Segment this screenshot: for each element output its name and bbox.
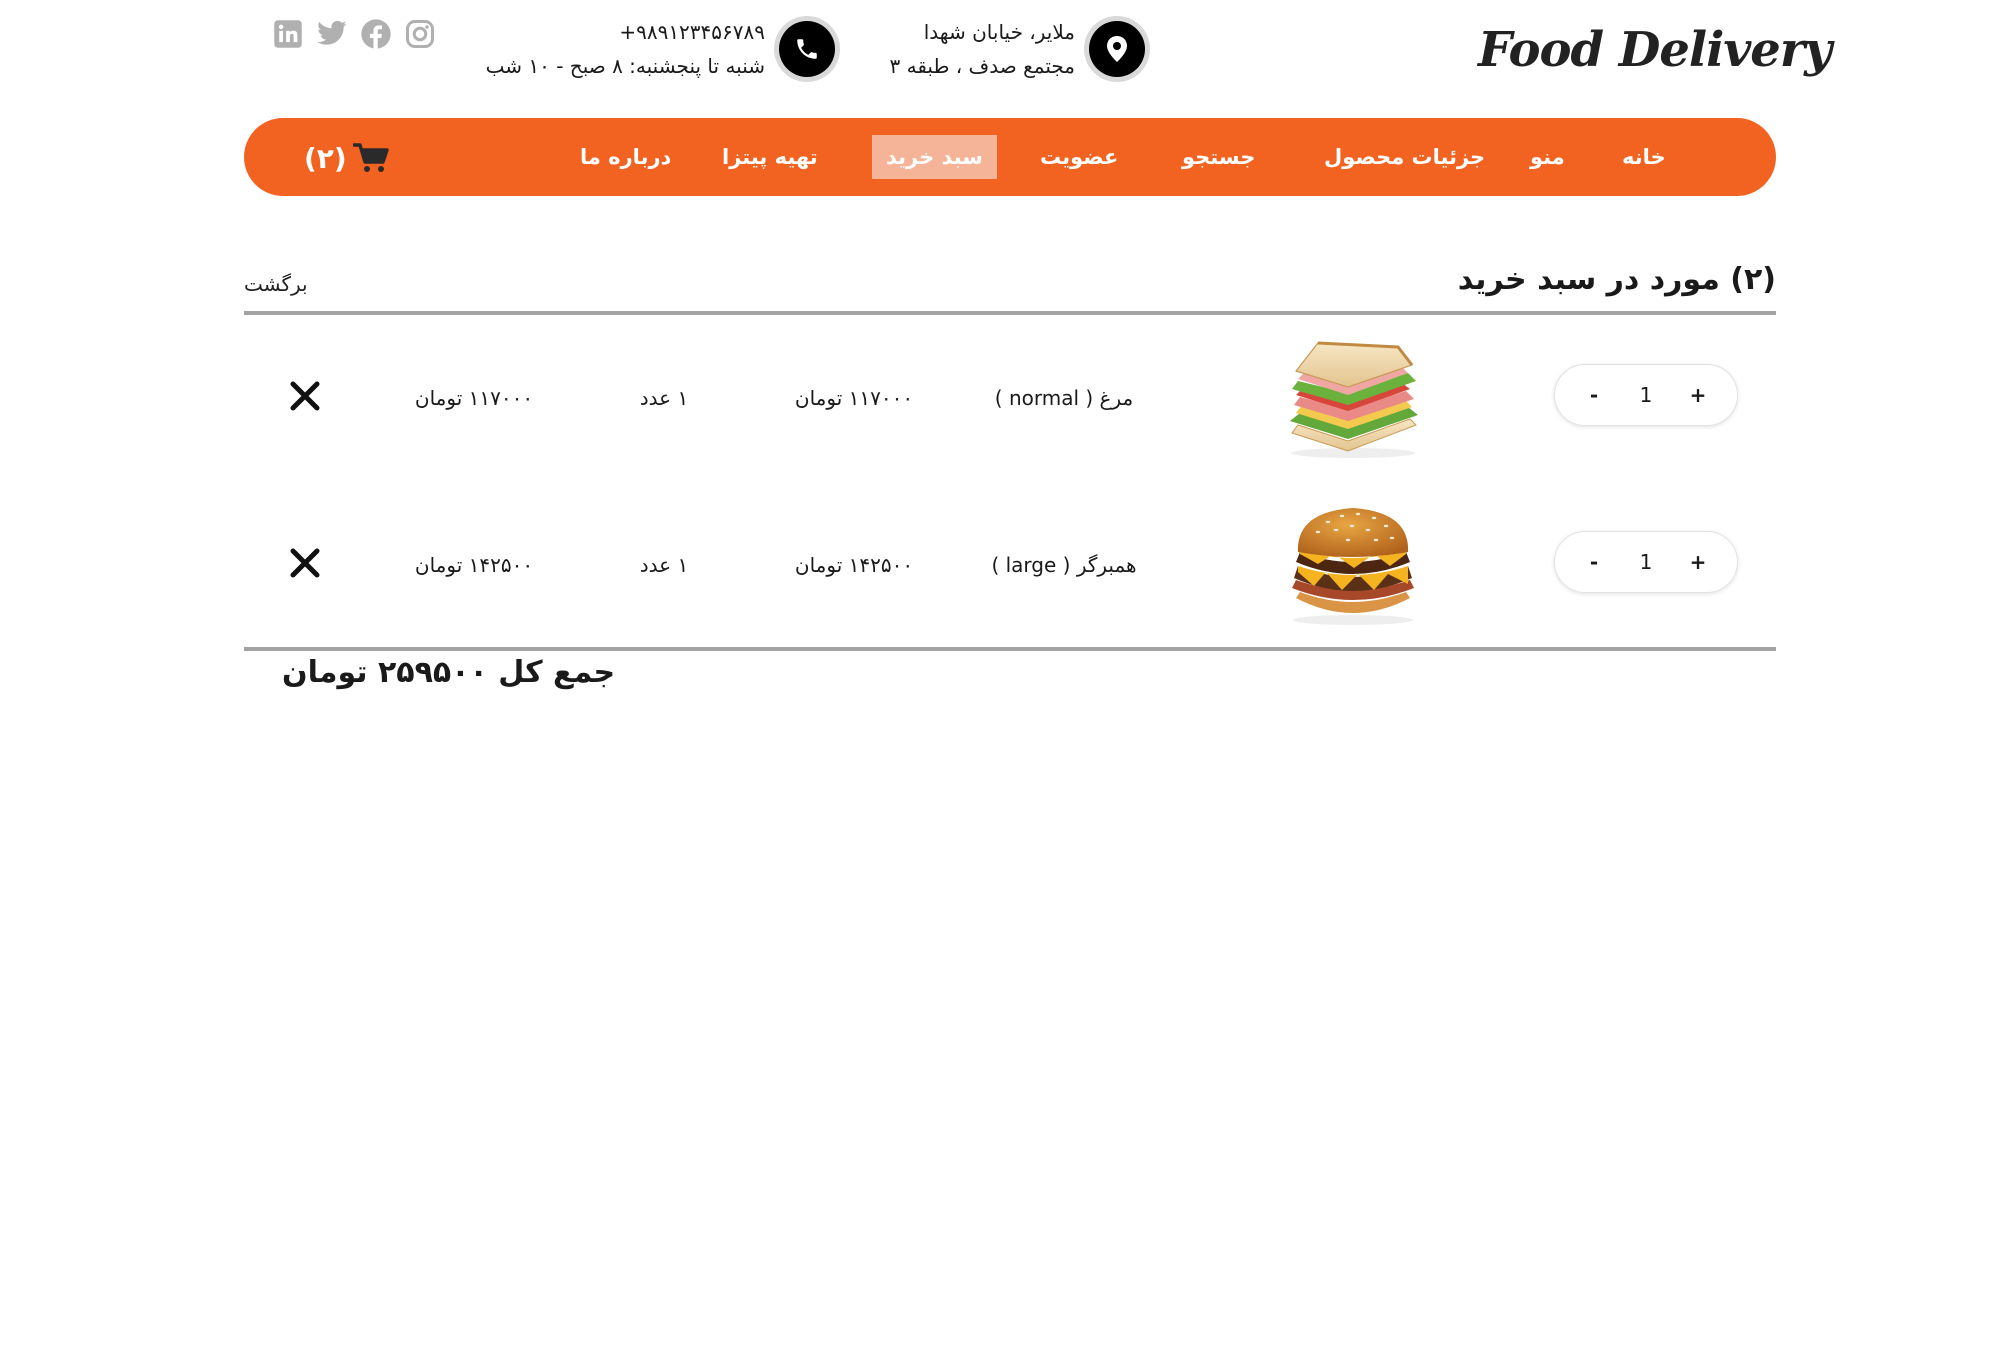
- brand-logo[interactable]: Food Delivery: [1470, 14, 1832, 86]
- address-line-1: ملایر، خیابان شهدا: [923, 20, 1075, 44]
- twitter-icon[interactable]: [316, 18, 348, 50]
- phone-icon: [779, 21, 835, 77]
- burger-image: [1292, 508, 1414, 625]
- nav-item-product-details[interactable]: جزئیات محصول: [1324, 135, 1485, 179]
- item-name: همبرگر ( large ): [991, 553, 1137, 577]
- cart-row: - 1 + همبرگر ( large ) ۱۴۲۵۰۰ تومان ۱ عد…: [244, 490, 1776, 640]
- item-quantity: ۱ عدد: [639, 553, 689, 577]
- phone-text: +۹۸۹۱۲۳۴۵۶۷۸۹ شنبه تا پنجشنبه: ۸ صبح - ۱…: [486, 15, 765, 83]
- address-text: ملایر، خیابان شهدا مجتمع صدف ، طبقه ۳: [889, 15, 1075, 83]
- main-nav: خانه منو جزئیات محصول جستجو عضویت سبد خر…: [244, 118, 1776, 196]
- remove-item-button[interactable]: [282, 373, 328, 419]
- quantity-stepper: - 1 +: [1554, 364, 1738, 426]
- cart-row: - 1 + مرغ ( normal ) ۱۱۷۰۰۰ تومان ۱ عدد …: [244, 323, 1776, 473]
- remove-item-button[interactable]: [282, 540, 328, 586]
- opening-hours: شنبه تا پنجشنبه: ۸ صبح - ۱۰ شب: [485, 54, 765, 78]
- quantity-value[interactable]: 1: [1626, 383, 1666, 407]
- nav-item-cart[interactable]: سبد خرید: [872, 135, 997, 179]
- quantity-value[interactable]: 1: [1626, 550, 1666, 574]
- nav-cart[interactable]: (۲): [304, 136, 389, 180]
- nav-item-search[interactable]: جستجو: [1182, 135, 1255, 179]
- phone-block: +۹۸۹۱۲۳۴۵۶۷۸۹ شنبه تا پنجشنبه: ۸ صبح - ۱…: [480, 18, 835, 80]
- quantity-stepper: - 1 +: [1554, 531, 1738, 593]
- back-link[interactable]: برگشت: [244, 272, 308, 296]
- increment-button[interactable]: +: [1683, 383, 1713, 407]
- location-pin-icon: [1089, 21, 1145, 77]
- address-line-2: مجتمع صدف ، طبقه ۳: [889, 54, 1075, 78]
- top-header: Food Delivery ملایر، خیابان شهدا مجتمع ص…: [0, 0, 2000, 110]
- nav-item-about[interactable]: درباره ما: [580, 135, 671, 179]
- cart-count: (۲): [304, 141, 347, 175]
- nav-item-home[interactable]: خانه: [1622, 135, 1666, 179]
- decrement-button[interactable]: -: [1579, 550, 1609, 574]
- cart-title: (۲) مورد در سبد خرید: [1457, 262, 1776, 297]
- phone-number[interactable]: +۹۸۹۱۲۳۴۵۶۷۸۹: [486, 15, 765, 49]
- grand-total: جمع کل ۲۵۹۵۰۰ تومان: [282, 655, 616, 690]
- item-total: ۱۱۷۰۰۰ تومان: [414, 386, 534, 410]
- brand-name: Food Delivery: [1478, 22, 1832, 78]
- linkedin-icon[interactable]: [272, 18, 304, 50]
- nav-item-pizza-builder[interactable]: تهیه پیتزا: [722, 135, 818, 179]
- instagram-icon[interactable]: [404, 18, 436, 50]
- item-quantity: ۱ عدد: [639, 386, 689, 410]
- shopping-cart-icon: [352, 143, 389, 172]
- item-name: مرغ ( normal ): [994, 386, 1134, 410]
- nav-item-signup[interactable]: عضویت: [1040, 135, 1118, 179]
- decrement-button[interactable]: -: [1579, 383, 1609, 407]
- close-icon: [290, 381, 320, 411]
- item-unit-price: ۱۴۲۵۰۰ تومان: [794, 553, 914, 577]
- social-links: [272, 18, 436, 50]
- sandwich-image: [1290, 341, 1418, 458]
- nav-item-menu[interactable]: منو: [1530, 135, 1565, 179]
- cart-bottom-divider: [244, 647, 1776, 651]
- cart-top-divider: [244, 311, 1776, 315]
- item-total: ۱۴۲۵۰۰ تومان: [414, 553, 534, 577]
- item-unit-price: ۱۱۷۰۰۰ تومان: [794, 386, 914, 410]
- facebook-icon[interactable]: [360, 18, 392, 50]
- close-icon: [290, 548, 320, 578]
- address-block: ملایر، خیابان شهدا مجتمع صدف ، طبقه ۳: [880, 18, 1145, 80]
- increment-button[interactable]: +: [1683, 550, 1713, 574]
